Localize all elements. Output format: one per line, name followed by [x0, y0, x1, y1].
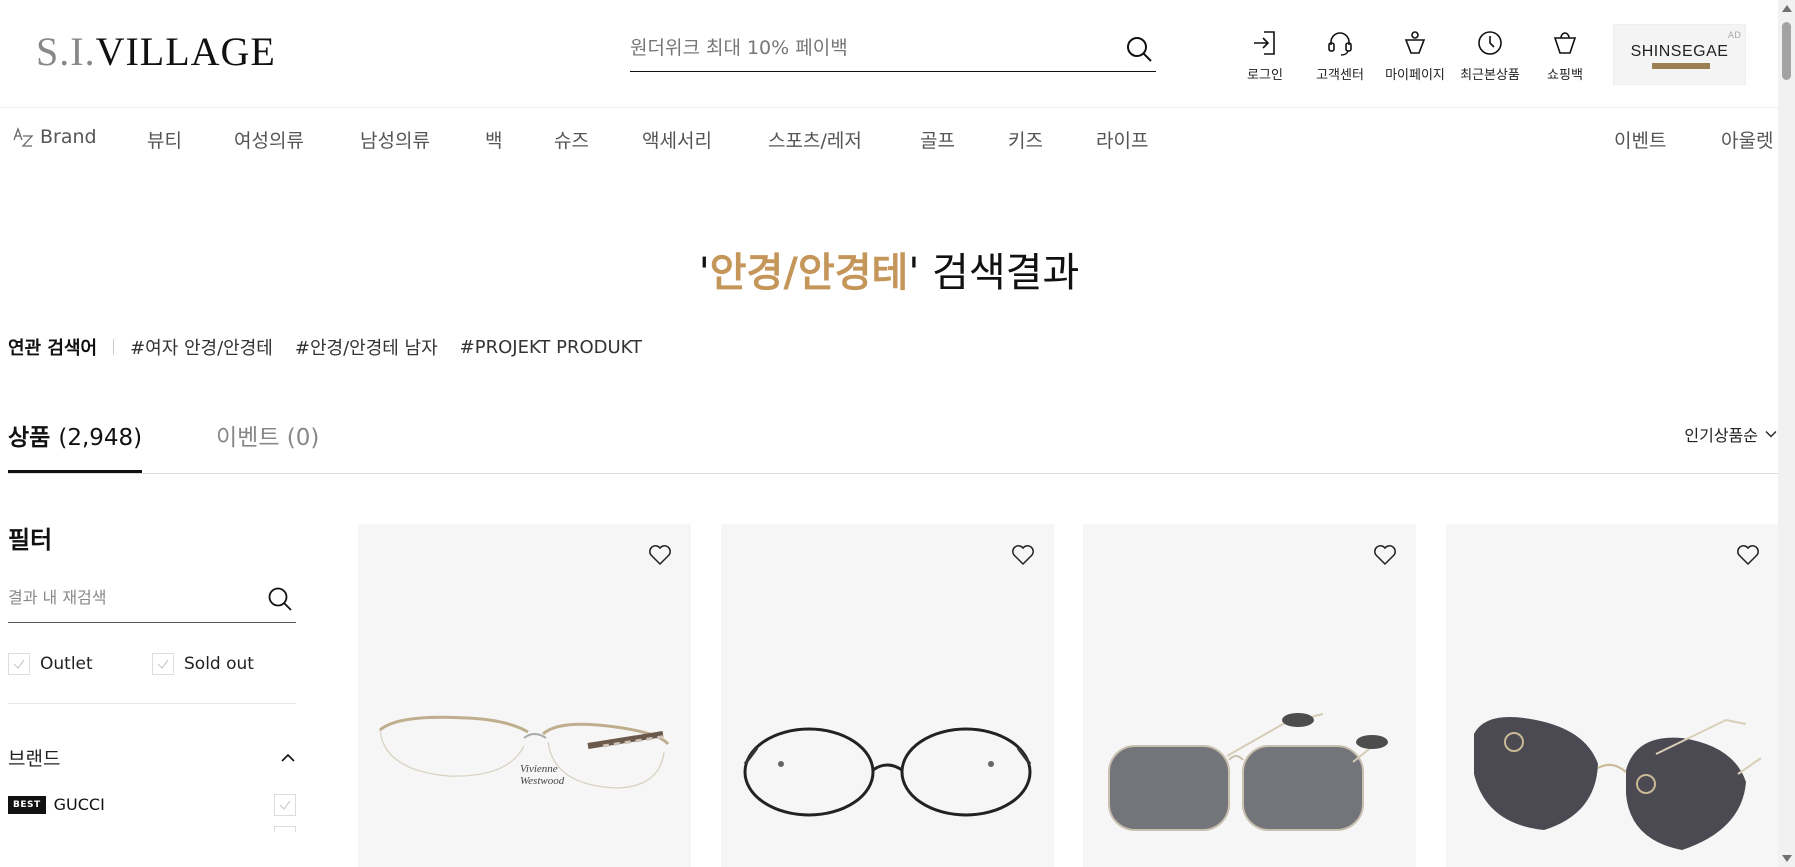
heart-icon[interactable]: [1735, 542, 1761, 568]
checkbox[interactable]: [152, 653, 174, 675]
search-icon[interactable]: [266, 585, 294, 613]
checkbox[interactable]: [8, 653, 30, 675]
related-tag[interactable]: #여자 안경/안경테: [130, 334, 273, 360]
divider: [113, 339, 115, 355]
best-badge: BEST: [8, 795, 46, 814]
scroll-up-arrow-icon[interactable]: [1782, 5, 1792, 12]
clock-icon: [1478, 31, 1502, 55]
search-result-title: '안경/안경테' 검색결과: [698, 250, 1080, 296]
heart-icon[interactable]: [1372, 542, 1398, 568]
nav-item-kids[interactable]: 키즈: [1008, 126, 1043, 153]
related-tag[interactable]: #안경/안경테 남자: [295, 334, 438, 360]
outlet-checkbox[interactable]: Outlet: [8, 653, 152, 675]
svg-text:Westwood: Westwood: [520, 775, 565, 787]
brand-option-partial: [8, 826, 296, 832]
bag-icon: [1553, 32, 1577, 54]
related-keywords: 연관 검색어 #여자 안경/안경테 #안경/안경테 남자 #PROJEKT PR…: [8, 334, 664, 360]
check-icon: [157, 659, 169, 669]
sunglasses-square-icon: [1108, 713, 1388, 831]
nav-item-golf[interactable]: 골프: [920, 126, 955, 153]
mypage-button[interactable]: 마이페이지: [1379, 28, 1451, 83]
filter-panel: 필터 Outlet Sold out 브랜드 BEST GUCCI: [8, 520, 296, 832]
related-tag[interactable]: #PROJEKT PRODUKT: [460, 337, 642, 358]
svg-text:Vivienne: Vivienne: [520, 763, 558, 775]
search-icon[interactable]: [1124, 34, 1154, 64]
heart-icon[interactable]: [1010, 542, 1036, 568]
customer-center-button[interactable]: 고객센터: [1304, 28, 1376, 83]
shopping-bag-button[interactable]: 쇼핑백: [1529, 28, 1601, 83]
shinsegae-ad-banner[interactable]: AD SHINSEGAE: [1613, 24, 1746, 85]
brand-filter-header[interactable]: 브랜드: [8, 744, 296, 771]
nav-item-outlet[interactable]: 아울렛: [1721, 126, 1773, 153]
brand-option-gucci[interactable]: BEST GUCCI: [8, 793, 296, 816]
check-icon: [279, 800, 291, 810]
nav-item-life[interactable]: 라이프: [1096, 126, 1148, 153]
headset-icon: [1328, 32, 1352, 56]
product-card[interactable]: [1446, 524, 1779, 867]
result-tabs: 상품 (2,948) 이벤트 (0) 인기상품순: [8, 412, 1778, 474]
eyeglasses-half-rim-icon: Vivienne Westwood: [379, 715, 670, 789]
nav-item-bag[interactable]: 백: [485, 126, 502, 153]
ad-logo-bar: [1652, 63, 1710, 69]
nav-item-event[interactable]: 이벤트: [1614, 126, 1666, 153]
scroll-thumb[interactable]: [1782, 22, 1791, 80]
a-to-z-icon: [13, 127, 34, 147]
search-keyword: 안경/안경테: [709, 250, 909, 296]
nav-item-women[interactable]: 여성의류: [234, 126, 304, 153]
site-header: S.I.VILLAGE 로그인 고객센터 마이페이지 최근본상품 쇼핑백 AD …: [0, 0, 1778, 108]
login-button[interactable]: 로그인: [1229, 28, 1301, 83]
refine-search-input[interactable]: [8, 579, 248, 615]
site-logo[interactable]: S.I.VILLAGE: [36, 28, 276, 75]
tab-products[interactable]: 상품 (2,948): [8, 418, 143, 473]
soldout-checkbox[interactable]: Sold out: [152, 653, 296, 675]
chevron-up-icon[interactable]: [280, 750, 296, 766]
product-card[interactable]: [1083, 524, 1416, 867]
divider: [8, 703, 296, 704]
checkbox[interactable]: [274, 826, 296, 832]
product-card[interactable]: [721, 524, 1054, 867]
nav-item-brand[interactable]: Brand: [12, 126, 97, 148]
checkbox[interactable]: [274, 793, 296, 816]
refine-search: [8, 579, 296, 623]
check-icon: [13, 659, 25, 669]
nav-item-beauty[interactable]: 뷰티: [147, 126, 182, 153]
chevron-down-icon: [1765, 431, 1777, 438]
mypage-icon: [1404, 31, 1426, 54]
nav-item-sports[interactable]: 스포츠/레저: [768, 126, 862, 153]
login-icon: [1254, 31, 1275, 55]
nav-item-men[interactable]: 남성의류: [360, 126, 430, 153]
related-label: 연관 검색어: [8, 338, 98, 359]
tab-events[interactable]: 이벤트 (0): [216, 418, 319, 452]
eyeglasses-round-icon: [743, 727, 1032, 817]
search-input[interactable]: [630, 30, 1110, 66]
nav-item-shoes[interactable]: 슈즈: [554, 126, 589, 153]
scroll-down-arrow-icon[interactable]: [1782, 855, 1792, 862]
category-nav: Brand 뷰티 여성의류 남성의류 백 슈즈 액세서리 스포츠/레저 골프 키…: [0, 108, 1778, 172]
page-scrollbar[interactable]: [1778, 0, 1795, 867]
filter-title: 필터: [8, 526, 53, 554]
product-card[interactable]: Vivienne Westwood: [358, 524, 691, 867]
recently-viewed-button[interactable]: 최근본상품: [1454, 28, 1526, 83]
nav-item-accessories[interactable]: 액세서리: [642, 126, 712, 153]
search-bar: [630, 30, 1156, 72]
heart-icon[interactable]: [647, 542, 673, 568]
sunglasses-rimless-icon: [1474, 717, 1762, 850]
sort-dropdown[interactable]: 인기상품순: [1684, 422, 1778, 446]
